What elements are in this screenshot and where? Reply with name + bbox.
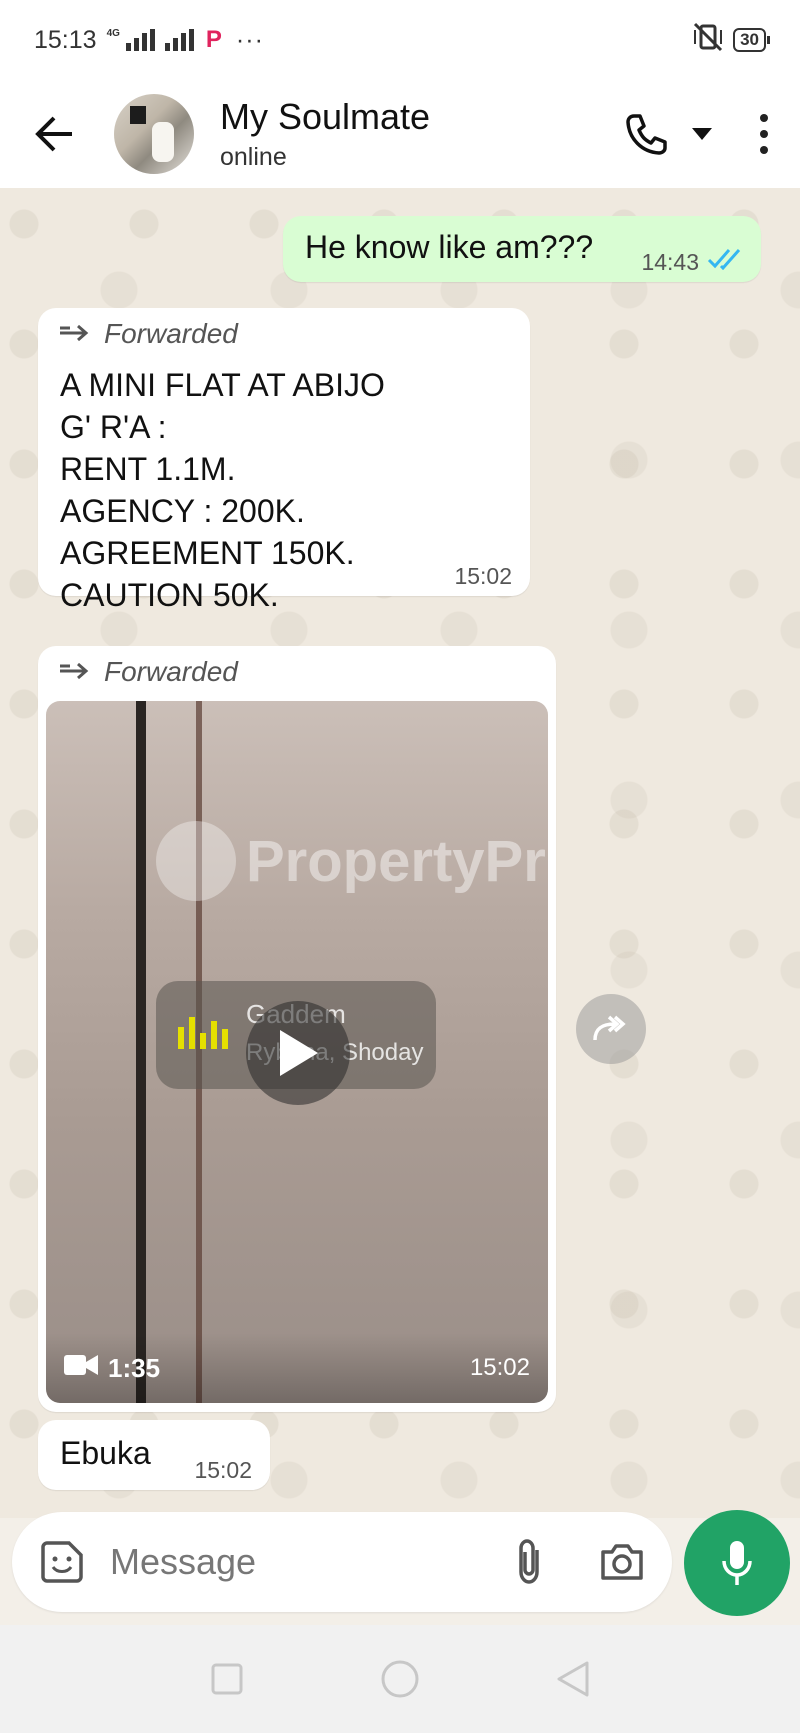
status-time: 15:13	[34, 25, 97, 54]
video-info-bar: 1:35 15:02	[46, 1333, 548, 1403]
system-navigation-bar	[0, 1625, 800, 1733]
call-options-dropdown-icon[interactable]	[690, 122, 714, 146]
avatar[interactable]	[114, 94, 194, 174]
back-nav-icon[interactable]	[551, 1657, 595, 1701]
forwarded-icon	[58, 318, 90, 350]
message-line: AGENCY : 200K.	[60, 493, 305, 529]
message-line: RENT 1.1M.	[60, 451, 236, 487]
chat-area[interactable]: He know like am??? 14:43 Forwarded A MIN…	[0, 188, 800, 1518]
vibrate-mute-icon	[691, 22, 725, 59]
incoming-message[interactable]: Forwarded A MINI FLAT AT ABIJO G' R'A : …	[38, 308, 530, 613]
outgoing-message[interactable]: He know like am??? 14:43	[283, 216, 761, 282]
message-text: A MINI FLAT AT ABIJO G' R'A : RENT 1.1M.…	[60, 364, 385, 616]
message-text: He know like am???	[305, 229, 594, 265]
more-options-icon[interactable]	[756, 114, 772, 154]
signal-icon	[125, 29, 155, 51]
message-line: G' R'A :	[60, 409, 167, 445]
message-time: 15:02	[469, 1354, 530, 1381]
message-line: AGREEMENT 150K.	[60, 535, 355, 571]
forwarded-icon	[58, 656, 90, 688]
video-camera-icon	[64, 1353, 98, 1384]
sticker-icon[interactable]	[36, 1536, 88, 1588]
forwarded-label: Forwarded	[58, 656, 238, 688]
message-text: Ebuka	[60, 1435, 151, 1471]
forward-button[interactable]	[576, 994, 646, 1064]
back-arrow-icon[interactable]	[30, 110, 78, 158]
contact-name: My Soulmate	[220, 95, 431, 137]
chat-header: My Soulmate online	[0, 80, 800, 188]
message-line: CAUTION 50K.	[60, 577, 279, 613]
contact-status: online	[220, 142, 287, 171]
recent-apps-icon[interactable]	[205, 1657, 249, 1701]
forwarded-label: Forwarded	[58, 318, 238, 350]
network-type-label: 4G	[106, 27, 120, 39]
read-ticks-icon	[707, 248, 743, 276]
battery-icon: 30	[733, 28, 770, 52]
message-time: 15:02	[454, 563, 512, 589]
watermark-logo-icon	[156, 821, 236, 901]
signal-icon-2	[164, 29, 194, 51]
message-composer	[12, 1512, 672, 1612]
play-icon[interactable]	[246, 1001, 350, 1105]
contact-info[interactable]: My Soulmate online	[220, 95, 431, 172]
status-bar: 15:13 4G P ··· 30	[0, 0, 800, 80]
phone-call-icon[interactable]	[620, 108, 672, 160]
message-meta: 14:43	[641, 248, 743, 276]
sound-bars-icon	[178, 1017, 228, 1049]
message-time: 15:02	[194, 1457, 252, 1483]
more-notifications-icon: ···	[235, 25, 264, 54]
message-meta: 15:02	[194, 1457, 252, 1484]
message-time: 14:43	[641, 248, 699, 275]
incoming-video-message[interactable]: Forwarded PropertyPro Gaddem Rybena, Sho…	[38, 646, 556, 1412]
microphone-icon[interactable]	[684, 1510, 790, 1616]
camera-icon[interactable]	[596, 1536, 648, 1588]
home-icon[interactable]	[378, 1657, 422, 1701]
app-notification-icon: P	[205, 26, 222, 53]
incoming-message[interactable]: Ebuka 15:02	[38, 1420, 270, 1490]
message-line: A MINI FLAT AT ABIJO	[60, 367, 385, 403]
video-duration: 1:35	[108, 1352, 161, 1383]
message-meta: 15:02	[454, 563, 512, 590]
watermark: PropertyPro	[156, 821, 548, 901]
message-input[interactable]	[110, 1541, 450, 1583]
video-thumbnail[interactable]: PropertyPro Gaddem Rybena, Shoday 1:35 1…	[46, 701, 548, 1403]
attachment-icon[interactable]	[506, 1536, 554, 1588]
